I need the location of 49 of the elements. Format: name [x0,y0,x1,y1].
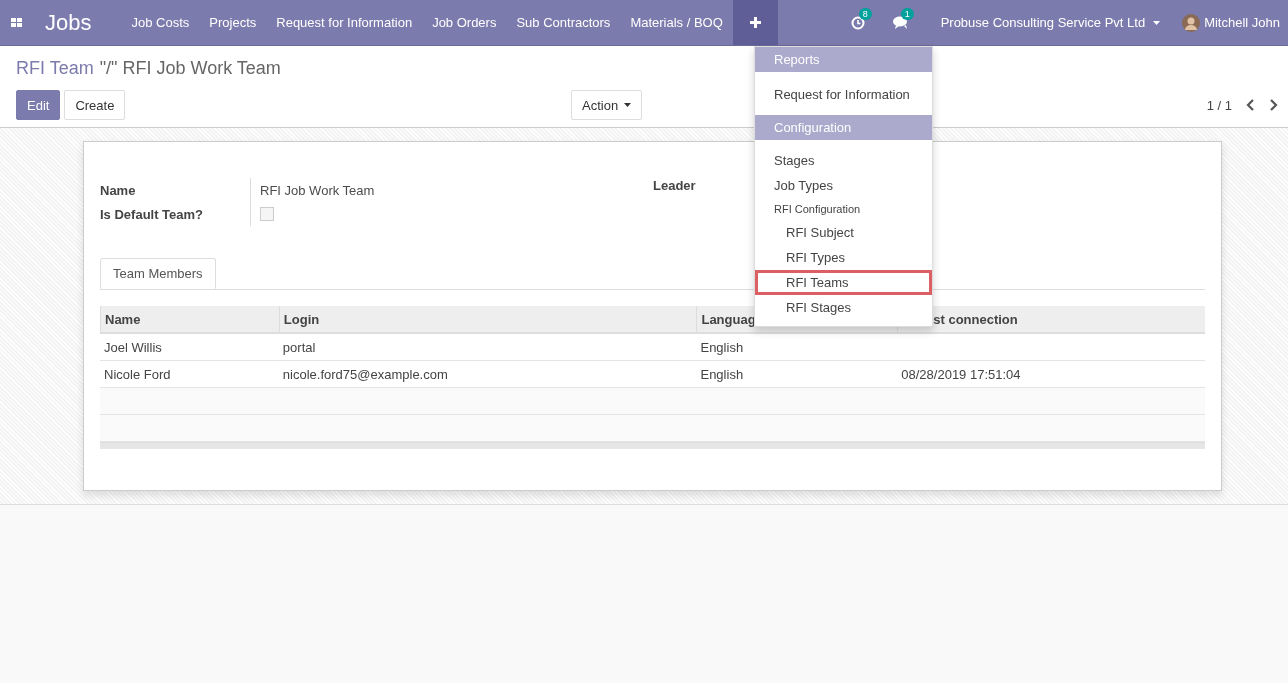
previous-icon[interactable] [1246,99,1255,111]
table-cell: nicole.ford75@example.com [282,366,448,382]
menu-item[interactable]: Stages [755,148,932,173]
pager-value: 1 / 1 [1206,97,1232,113]
table-cell: English [700,339,744,355]
message-badge: 1 [900,8,914,20]
more-menu-button[interactable] [732,0,778,45]
column-header[interactable]: Name [100,306,279,332]
create-button[interactable]: Create [64,90,126,120]
avatar-icon[interactable] [1182,13,1201,32]
activity-badge: 8 [858,7,872,20]
menu-item[interactable]: RFI Teams [755,270,932,295]
field-value: RFI Job Work Team [250,178,375,202]
menu-item[interactable]: RFI Configuration [755,198,932,220]
caret-icon [624,103,632,107]
menu-item[interactable]: Job Orders [432,15,497,30]
menu-item[interactable]: Request for Information [755,82,932,107]
table-cell: Joel Willis [104,339,162,355]
user-menu[interactable]: Mitchell John [1204,15,1280,30]
next-icon[interactable] [1269,99,1278,111]
table-cell: portal [282,339,316,355]
tab[interactable]: Team Members [100,258,216,289]
table-cell: English [700,366,744,382]
field-label: Is Default Team? [100,206,205,222]
breadcrumb-link[interactable]: RFI Team [16,58,94,78]
table-cell: 08/28/2019 17:51:04 [901,366,1021,382]
menu-item[interactable]: Request for Information [276,15,413,30]
menu-item[interactable]: Sub Contractors [516,15,611,30]
menu-item[interactable]: Job Types [755,173,932,198]
action-button[interactable]: Action [571,90,643,120]
caret-icon [1153,20,1161,25]
clock-icon[interactable] [850,15,865,30]
company-switcher[interactable]: Probuse Consulting Service Pvt Ltd [940,15,1146,30]
edit-button[interactable]: Edit [16,90,61,120]
column-header[interactable]: Login [278,306,697,332]
apps-icon[interactable] [11,17,23,28]
menu-item[interactable]: Materials / BOQ [630,15,723,30]
plus-icon [749,17,761,28]
table-cell: Nicole Ford [104,366,171,382]
menu-item[interactable]: RFI Types [755,245,932,270]
record-title: "/" RFI Job Work Team [99,58,281,78]
chat-icon[interactable] [892,16,909,29]
menu-item[interactable]: Projects [209,15,257,30]
field-label: Leader [653,178,696,193]
field-label: Name [100,182,137,198]
menu-item[interactable]: RFI Subject [755,220,932,245]
checkbox[interactable] [260,207,274,221]
app-title[interactable]: Jobs [45,9,92,36]
menu-item[interactable]: Job Costs [131,15,190,30]
